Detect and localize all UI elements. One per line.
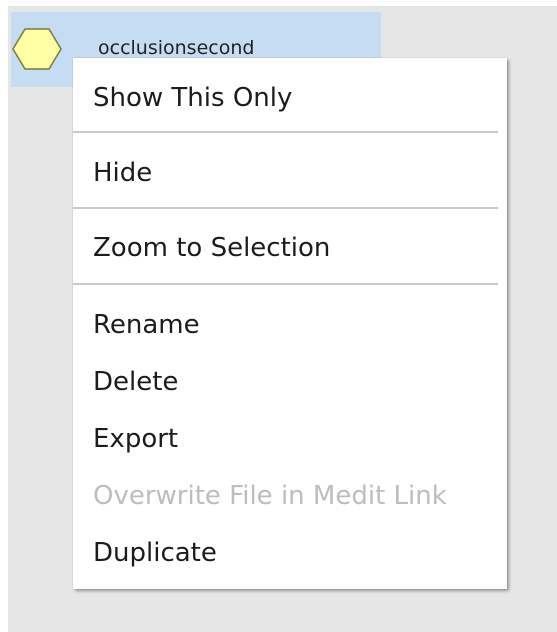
menu-item-rename[interactable]: Rename bbox=[93, 308, 200, 342]
menu-item-zoom-to-selection[interactable]: Zoom to Selection bbox=[93, 231, 330, 265]
menu-separator bbox=[73, 131, 498, 133]
menu-item-show-this-only[interactable]: Show This Only bbox=[93, 81, 292, 115]
menu-separator bbox=[73, 207, 498, 209]
menu-item-duplicate[interactable]: Duplicate bbox=[93, 536, 217, 570]
menu-separator bbox=[73, 283, 498, 285]
context-menu: Show This Only Hide Zoom to Selection Re… bbox=[73, 58, 507, 589]
hexagon-icon bbox=[12, 28, 62, 70]
menu-item-hide[interactable]: Hide bbox=[93, 156, 152, 190]
menu-item-delete[interactable]: Delete bbox=[93, 365, 178, 399]
menu-item-overwrite-file-in-medit-link: Overwrite File in Medit Link bbox=[93, 481, 447, 511]
tree-item-label[interactable]: occlusionsecond bbox=[98, 37, 254, 59]
menu-item-export[interactable]: Export bbox=[93, 422, 178, 456]
